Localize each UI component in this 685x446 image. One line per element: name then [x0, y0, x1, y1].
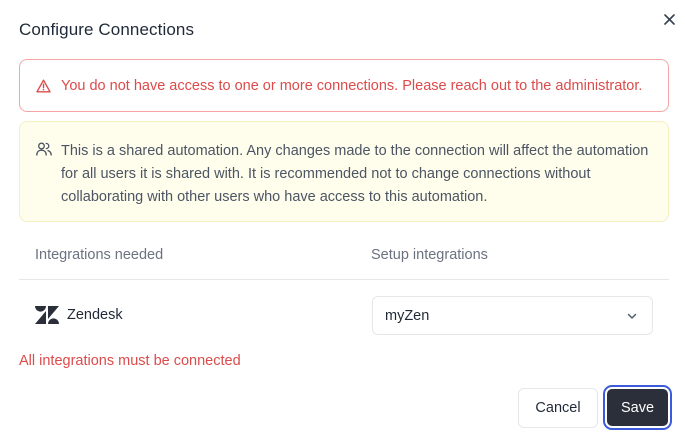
column-integrations-needed: Integrations needed: [35, 247, 164, 263]
integrations-table-header: Integrations needed Setup integrations: [19, 231, 669, 280]
validation-error-text: All integrations must be connected: [19, 353, 241, 369]
users-icon: [36, 142, 52, 156]
configure-connections-dialog: Configure Connections You do not have ac…: [0, 0, 685, 446]
integration-cell: Zendesk: [35, 306, 123, 324]
table-row: Zendesk myZen: [19, 281, 669, 351]
zendesk-logo-icon: [35, 306, 59, 324]
column-setup-integrations: Setup integrations: [371, 247, 488, 263]
dialog-title: Configure Connections: [19, 20, 195, 39]
save-button[interactable]: Save: [603, 385, 672, 430]
chevron-down-icon: [627, 313, 637, 319]
cancel-button[interactable]: Cancel: [518, 388, 598, 428]
connection-select-value: myZen: [385, 307, 430, 324]
access-error-alert: You do not have access to one or more co…: [19, 59, 669, 112]
connection-select[interactable]: myZen: [372, 296, 653, 335]
access-error-message: You do not have access to one or more co…: [61, 77, 643, 94]
close-icon: [663, 13, 675, 25]
shared-automation-message: This is a shared automation. Any changes…: [61, 143, 649, 205]
integration-name: Zendesk: [67, 307, 123, 323]
shared-automation-alert: This is a shared automation. Any changes…: [19, 121, 669, 222]
warning-triangle-icon: [36, 79, 51, 92]
close-button[interactable]: [660, 10, 678, 28]
